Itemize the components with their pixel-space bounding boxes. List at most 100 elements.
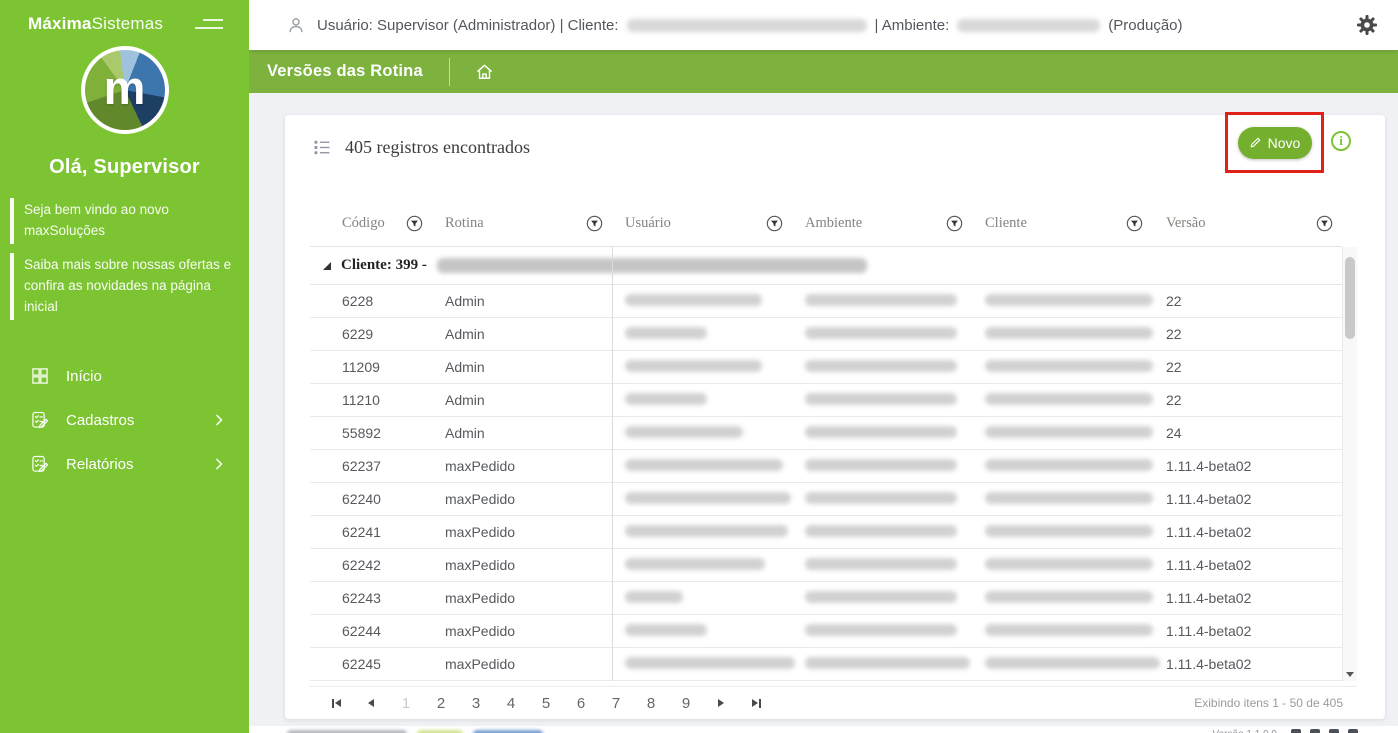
pager-page-9[interactable]: 9: [674, 695, 698, 712]
blob-cliente: [985, 459, 1153, 471]
cell-cliente: [972, 359, 1152, 375]
table-row[interactable]: 6228 Admin 22: [310, 285, 1342, 318]
pager-first-button[interactable]: [324, 691, 348, 715]
pager-page-5[interactable]: 5: [534, 695, 558, 712]
blob-usuario: [625, 657, 795, 669]
social-icon[interactable]: [1310, 729, 1320, 733]
cell-ambiente: [792, 458, 972, 474]
social-icon[interactable]: [1348, 729, 1358, 733]
table-row[interactable]: 62240 maxPedido 1.11.4-beta02: [310, 483, 1342, 516]
blob-usuario: [625, 591, 683, 603]
sidebar-item-relatorios[interactable]: Relatórios: [0, 442, 249, 486]
table-row[interactable]: 62237 maxPedido 1.11.4-beta02: [310, 450, 1342, 483]
filter-icon[interactable]: [946, 215, 963, 232]
cell-ambiente: [792, 524, 972, 540]
cell-usuario: [612, 524, 792, 540]
blob-cliente: [985, 657, 1160, 669]
pager-next-button[interactable]: [709, 691, 733, 715]
table-row[interactable]: 6229 Admin 22: [310, 318, 1342, 351]
table-row[interactable]: 55892 Admin 24: [310, 417, 1342, 450]
table-row[interactable]: 11209 Admin 22: [310, 351, 1342, 384]
list-icon: [312, 138, 332, 157]
blob-ambiente: [805, 294, 957, 306]
pager-page-2[interactable]: 2: [429, 695, 453, 712]
cell-versao: 22: [1152, 392, 1342, 408]
pager-page-4[interactable]: 4: [499, 695, 523, 712]
scrollbar-thumb[interactable]: [1345, 257, 1355, 339]
clipboard-icon: [30, 410, 50, 430]
blob-usuario: [625, 525, 788, 537]
cell-cliente: [972, 458, 1152, 474]
blob-usuario: [625, 558, 765, 570]
pager-last-button[interactable]: [744, 691, 768, 715]
cell-usuario: [612, 293, 792, 309]
sidebar-item-inicio[interactable]: Início: [0, 354, 249, 398]
card-header: 405 registros encontrados Novo i: [285, 115, 1385, 175]
cell-codigo: 62244: [337, 623, 432, 639]
pager-page-1[interactable]: 1: [394, 695, 418, 712]
blob-ambiente: [805, 624, 957, 636]
group-label: Cliente: 399 -: [341, 257, 427, 274]
column-header-ambiente: Ambiente: [792, 215, 972, 232]
cell-ambiente: [792, 557, 972, 573]
column-header-usuario: Usuário: [612, 215, 792, 232]
pager-page-7[interactable]: 7: [604, 695, 628, 712]
table-row[interactable]: 62242 maxPedido 1.11.4-beta02: [310, 549, 1342, 582]
table-row[interactable]: 62245 maxPedido 1.11.4-beta02: [310, 648, 1342, 681]
pager-page-8[interactable]: 8: [639, 695, 663, 712]
cell-usuario: [612, 392, 792, 408]
blob-cliente: [985, 558, 1153, 570]
footer-version: Versão 1.1.0.0: [1213, 729, 1278, 733]
filter-icon[interactable]: [406, 215, 423, 232]
top-header-bar: Usuário: Supervisor (Administrador) | Cl…: [249, 0, 1398, 50]
cell-usuario: [612, 491, 792, 507]
cell-codigo: 62245: [337, 656, 432, 672]
column-label: Usuário: [625, 215, 671, 232]
cell-versao: 1.11.4-beta02: [1152, 491, 1342, 507]
filter-icon[interactable]: [1316, 215, 1333, 232]
table-body: 6228 Admin 22 6229 Admin 22 11209 Admin …: [310, 285, 1357, 681]
table-row[interactable]: 62243 maxPedido 1.11.4-beta02: [310, 582, 1342, 615]
blob-cliente: [985, 327, 1153, 339]
novo-button[interactable]: Novo: [1238, 127, 1312, 159]
filter-icon[interactable]: [1126, 215, 1143, 232]
blob-cliente: [985, 525, 1153, 537]
logo-letter: m: [104, 64, 146, 111]
cell-ambiente: [792, 491, 972, 507]
sidebar-item-cadastros[interactable]: Cadastros: [0, 398, 249, 442]
info-icon[interactable]: i: [1331, 131, 1351, 151]
column-header-rotina: Rotina: [432, 215, 612, 232]
clipboard-icon: [30, 454, 50, 474]
social-icon[interactable]: [1291, 729, 1301, 733]
scrollbar[interactable]: [1342, 247, 1357, 681]
pager-page-3[interactable]: 3: [464, 695, 488, 712]
blob-ambiente: [805, 591, 957, 603]
cell-cliente: [972, 524, 1152, 540]
cell-codigo: 62240: [337, 491, 432, 507]
scroll-down-arrow[interactable]: [1346, 672, 1354, 677]
social-icon[interactable]: [1329, 729, 1339, 733]
settings-gear-icon[interactable]: [1355, 13, 1379, 37]
table-row[interactable]: 62241 maxPedido 1.11.4-beta02: [310, 516, 1342, 549]
home-icon[interactable]: [474, 62, 495, 82]
novo-button-label: Novo: [1268, 135, 1301, 151]
cell-rotina: Admin: [432, 392, 612, 408]
cell-rotina: Admin: [432, 293, 612, 309]
redacted-ambiente: [957, 19, 1100, 32]
table-row[interactable]: 11210 Admin 22: [310, 384, 1342, 417]
collapse-icon[interactable]: [323, 262, 331, 270]
pager-prev-button[interactable]: [359, 691, 383, 715]
filter-icon[interactable]: [586, 215, 603, 232]
cell-rotina: maxPedido: [432, 590, 612, 606]
filter-icon[interactable]: [766, 215, 783, 232]
table-row[interactable]: 62244 maxPedido 1.11.4-beta02: [310, 615, 1342, 648]
cell-usuario: [612, 656, 792, 672]
cell-codigo: 62237: [337, 458, 432, 474]
menu-toggle-icon[interactable]: [195, 19, 223, 35]
cell-ambiente: [792, 656, 972, 672]
brand-light: Sistemas: [92, 14, 164, 33]
cell-ambiente: [792, 326, 972, 342]
cell-rotina: maxPedido: [432, 491, 612, 507]
pager-page-6[interactable]: 6: [569, 695, 593, 712]
blob-cliente: [985, 426, 1153, 438]
